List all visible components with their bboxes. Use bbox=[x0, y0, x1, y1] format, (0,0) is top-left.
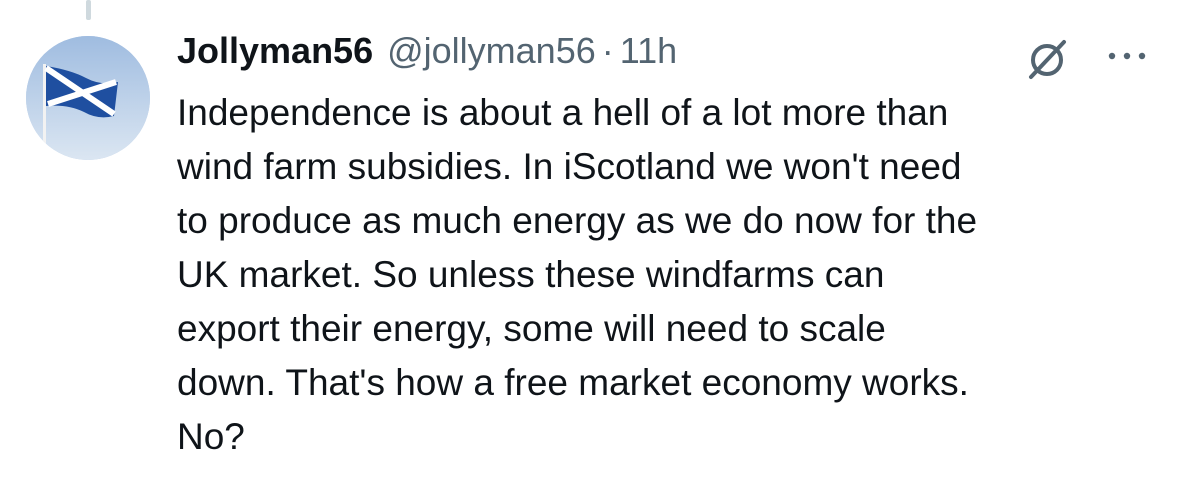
tweet-text: Independence is about a hell of a lot mo… bbox=[177, 92, 978, 457]
grok-icon[interactable] bbox=[1024, 36, 1072, 84]
more-options-icon[interactable] bbox=[1103, 46, 1151, 66]
tweet-content: Jollyman56 @jollyman56 · 11h Independenc… bbox=[177, 30, 1137, 464]
saltire-flag-icon bbox=[26, 36, 150, 160]
thread-line bbox=[86, 0, 91, 20]
tweet[interactable]: Jollyman56 @jollyman56 · 11h Independenc… bbox=[0, 0, 1179, 483]
separator-dot: · bbox=[601, 30, 614, 71]
timestamp[interactable]: 11h bbox=[620, 30, 677, 72]
tweet-header: Jollyman56 @jollyman56 · 11h bbox=[177, 30, 1137, 82]
avatar[interactable] bbox=[26, 36, 150, 160]
display-name[interactable]: Jollyman56 bbox=[177, 30, 373, 72]
user-handle[interactable]: @jollyman56 bbox=[387, 30, 596, 72]
